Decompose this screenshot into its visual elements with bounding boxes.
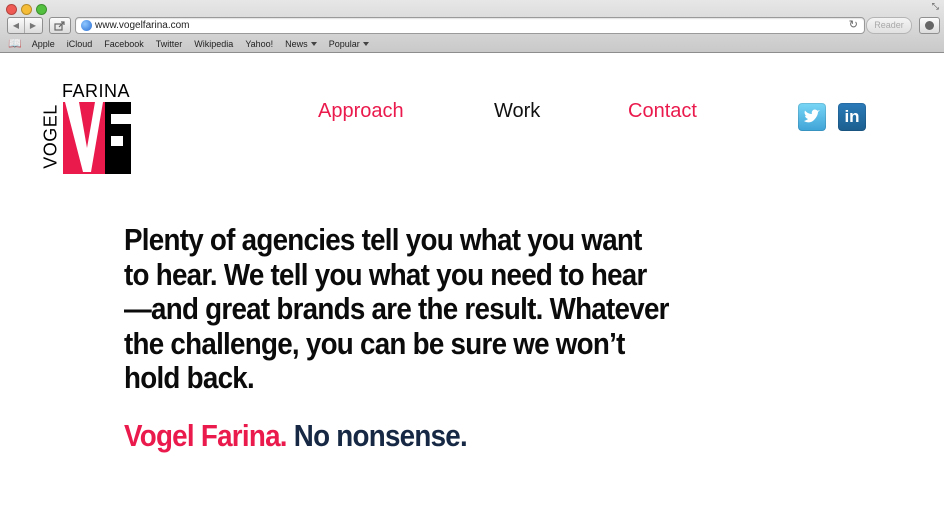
reader-button[interactable]: Reader xyxy=(866,17,912,34)
history-buttons: ◀ ▶ xyxy=(7,17,43,34)
bookmark-popular-label: Popular xyxy=(328,38,360,49)
share-icon xyxy=(54,20,65,31)
vf-logo-mark xyxy=(63,102,131,174)
fullscreen-icon[interactable]: ⤡ xyxy=(932,2,939,12)
site-logo[interactable]: FARINA VOGEL xyxy=(40,81,136,175)
bookmark-wikipedia[interactable]: Wikipedia xyxy=(194,39,233,49)
bookmark-news-menu[interactable]: News xyxy=(285,39,317,49)
share-button[interactable] xyxy=(49,17,71,34)
forward-arrow-icon: ▶ xyxy=(29,21,37,30)
bookmark-yahoo[interactable]: Yahoo! xyxy=(245,39,273,49)
nav-contact[interactable]: Contact xyxy=(628,100,697,122)
zoom-window-button[interactable] xyxy=(36,4,47,15)
browser-chrome: ⤡ ◀ ▶ www.vogelfarina.com ↻ Reader 📖 App… xyxy=(0,0,944,53)
twitter-bird-icon xyxy=(804,109,820,123)
bookmark-icloud[interactable]: iCloud xyxy=(67,39,93,49)
url-text[interactable]: www.vogelfarina.com xyxy=(95,19,189,32)
back-arrow-icon: ◀ xyxy=(12,21,20,30)
address-bar[interactable]: www.vogelfarina.com ↻ xyxy=(75,17,865,34)
back-button[interactable]: ◀ xyxy=(8,18,24,33)
logo-vogel-text: VOGEL xyxy=(40,104,61,169)
web-page: FARINA VOGEL Approach Work Contact in Pl… xyxy=(0,53,944,513)
bookmark-facebook[interactable]: Facebook xyxy=(104,39,144,49)
downloads-button[interactable] xyxy=(919,17,940,34)
book-icon[interactable]: 📖 xyxy=(8,37,22,50)
logo-farina-text: FARINA xyxy=(62,81,131,101)
tagline-slogan: No nonsense. xyxy=(293,419,468,453)
bookmarks-bar: 📖 Apple iCloud Facebook Twitter Wikipedi… xyxy=(0,36,944,51)
chevron-down-icon xyxy=(310,41,317,46)
chevron-down-icon xyxy=(362,41,369,46)
nav-approach[interactable]: Approach xyxy=(318,100,404,122)
tagline: Vogel Farina. No nonsense. xyxy=(124,419,468,453)
linkedin-icon[interactable]: in xyxy=(838,103,866,131)
nav-work[interactable]: Work xyxy=(494,100,540,122)
headline-text: Plenty of agencies tell you what you wan… xyxy=(124,223,669,395)
forward-button[interactable]: ▶ xyxy=(24,18,41,33)
bookmark-news-label: News xyxy=(285,38,308,49)
bookmark-popular-menu[interactable]: Popular xyxy=(329,39,369,49)
twitter-icon[interactable] xyxy=(798,103,826,131)
bookmark-twitter[interactable]: Twitter xyxy=(156,39,183,49)
globe-icon xyxy=(81,20,92,31)
minimize-window-button[interactable] xyxy=(21,4,32,15)
close-window-button[interactable] xyxy=(6,4,17,15)
bookmark-apple[interactable]: Apple xyxy=(32,39,55,49)
reload-icon[interactable]: ↻ xyxy=(849,18,858,32)
tagline-brand: Vogel Farina. xyxy=(124,419,287,453)
download-icon xyxy=(925,21,934,30)
